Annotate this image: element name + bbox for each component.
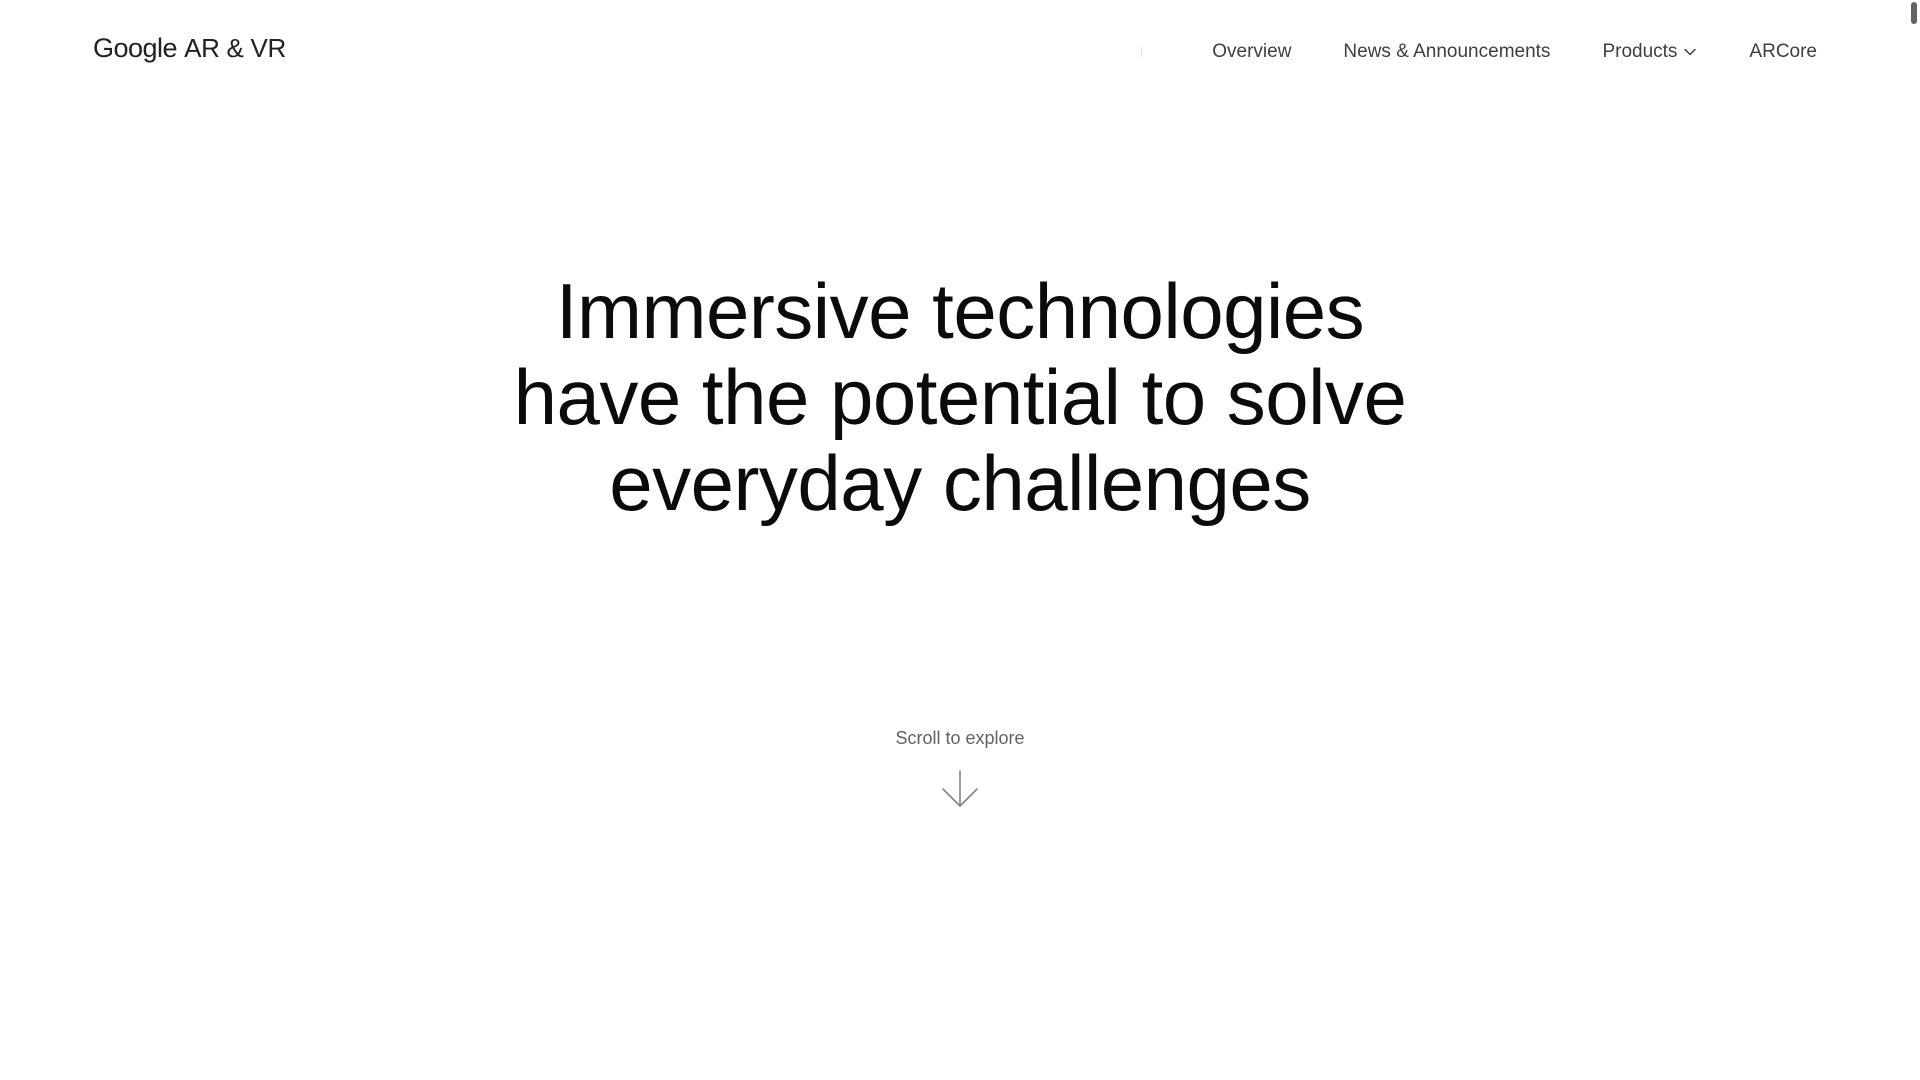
hero-title-line: have the potential to solve — [513, 353, 1407, 441]
chevron-down-icon — [1684, 48, 1697, 56]
nav-item-label: ARCore — [1749, 41, 1817, 62]
hero-title-line: everyday challenges — [609, 439, 1311, 527]
nav-item-label: Overview — [1212, 41, 1292, 62]
nav-divider — [1141, 47, 1143, 57]
nav-item-label: Products — [1602, 41, 1678, 62]
nav-item-label: News & Announcements — [1343, 41, 1551, 62]
site-header: Google AR & VR Overview News & Announcem… — [0, 0, 1920, 104]
brand-logo-link[interactable]: Google AR & VR — [93, 33, 286, 69]
nav-item-arcore[interactable]: ARCore — [1749, 41, 1817, 63]
hero-title-line: Immersive technologies — [555, 267, 1365, 355]
hero-section: Immersive technologies have the potentia… — [0, 268, 1920, 526]
brand-product-name: AR & VR — [184, 33, 287, 63]
nav-item-overview[interactable]: Overview — [1212, 41, 1291, 63]
nav-item-products[interactable]: Products — [1602, 41, 1697, 63]
google-wordmark: Google — [93, 33, 178, 63]
main-nav: Overview News & Announcements Products A… — [1141, 36, 1817, 68]
scroll-to-explore[interactable]: Scroll to explore — [0, 728, 1920, 809]
arrow-down-icon — [942, 770, 978, 807]
scroll-label: Scroll to explore — [895, 728, 1025, 748]
page-scrollbar[interactable] — [1908, 0, 1920, 1080]
scrollbar-thumb[interactable] — [1911, 2, 1917, 24]
page: Google AR & VR Overview News & Announcem… — [0, 0, 1920, 1080]
hero-title: Immersive technologies have the potentia… — [500, 268, 1420, 526]
nav-item-news[interactable]: News & Announcements — [1343, 41, 1550, 63]
